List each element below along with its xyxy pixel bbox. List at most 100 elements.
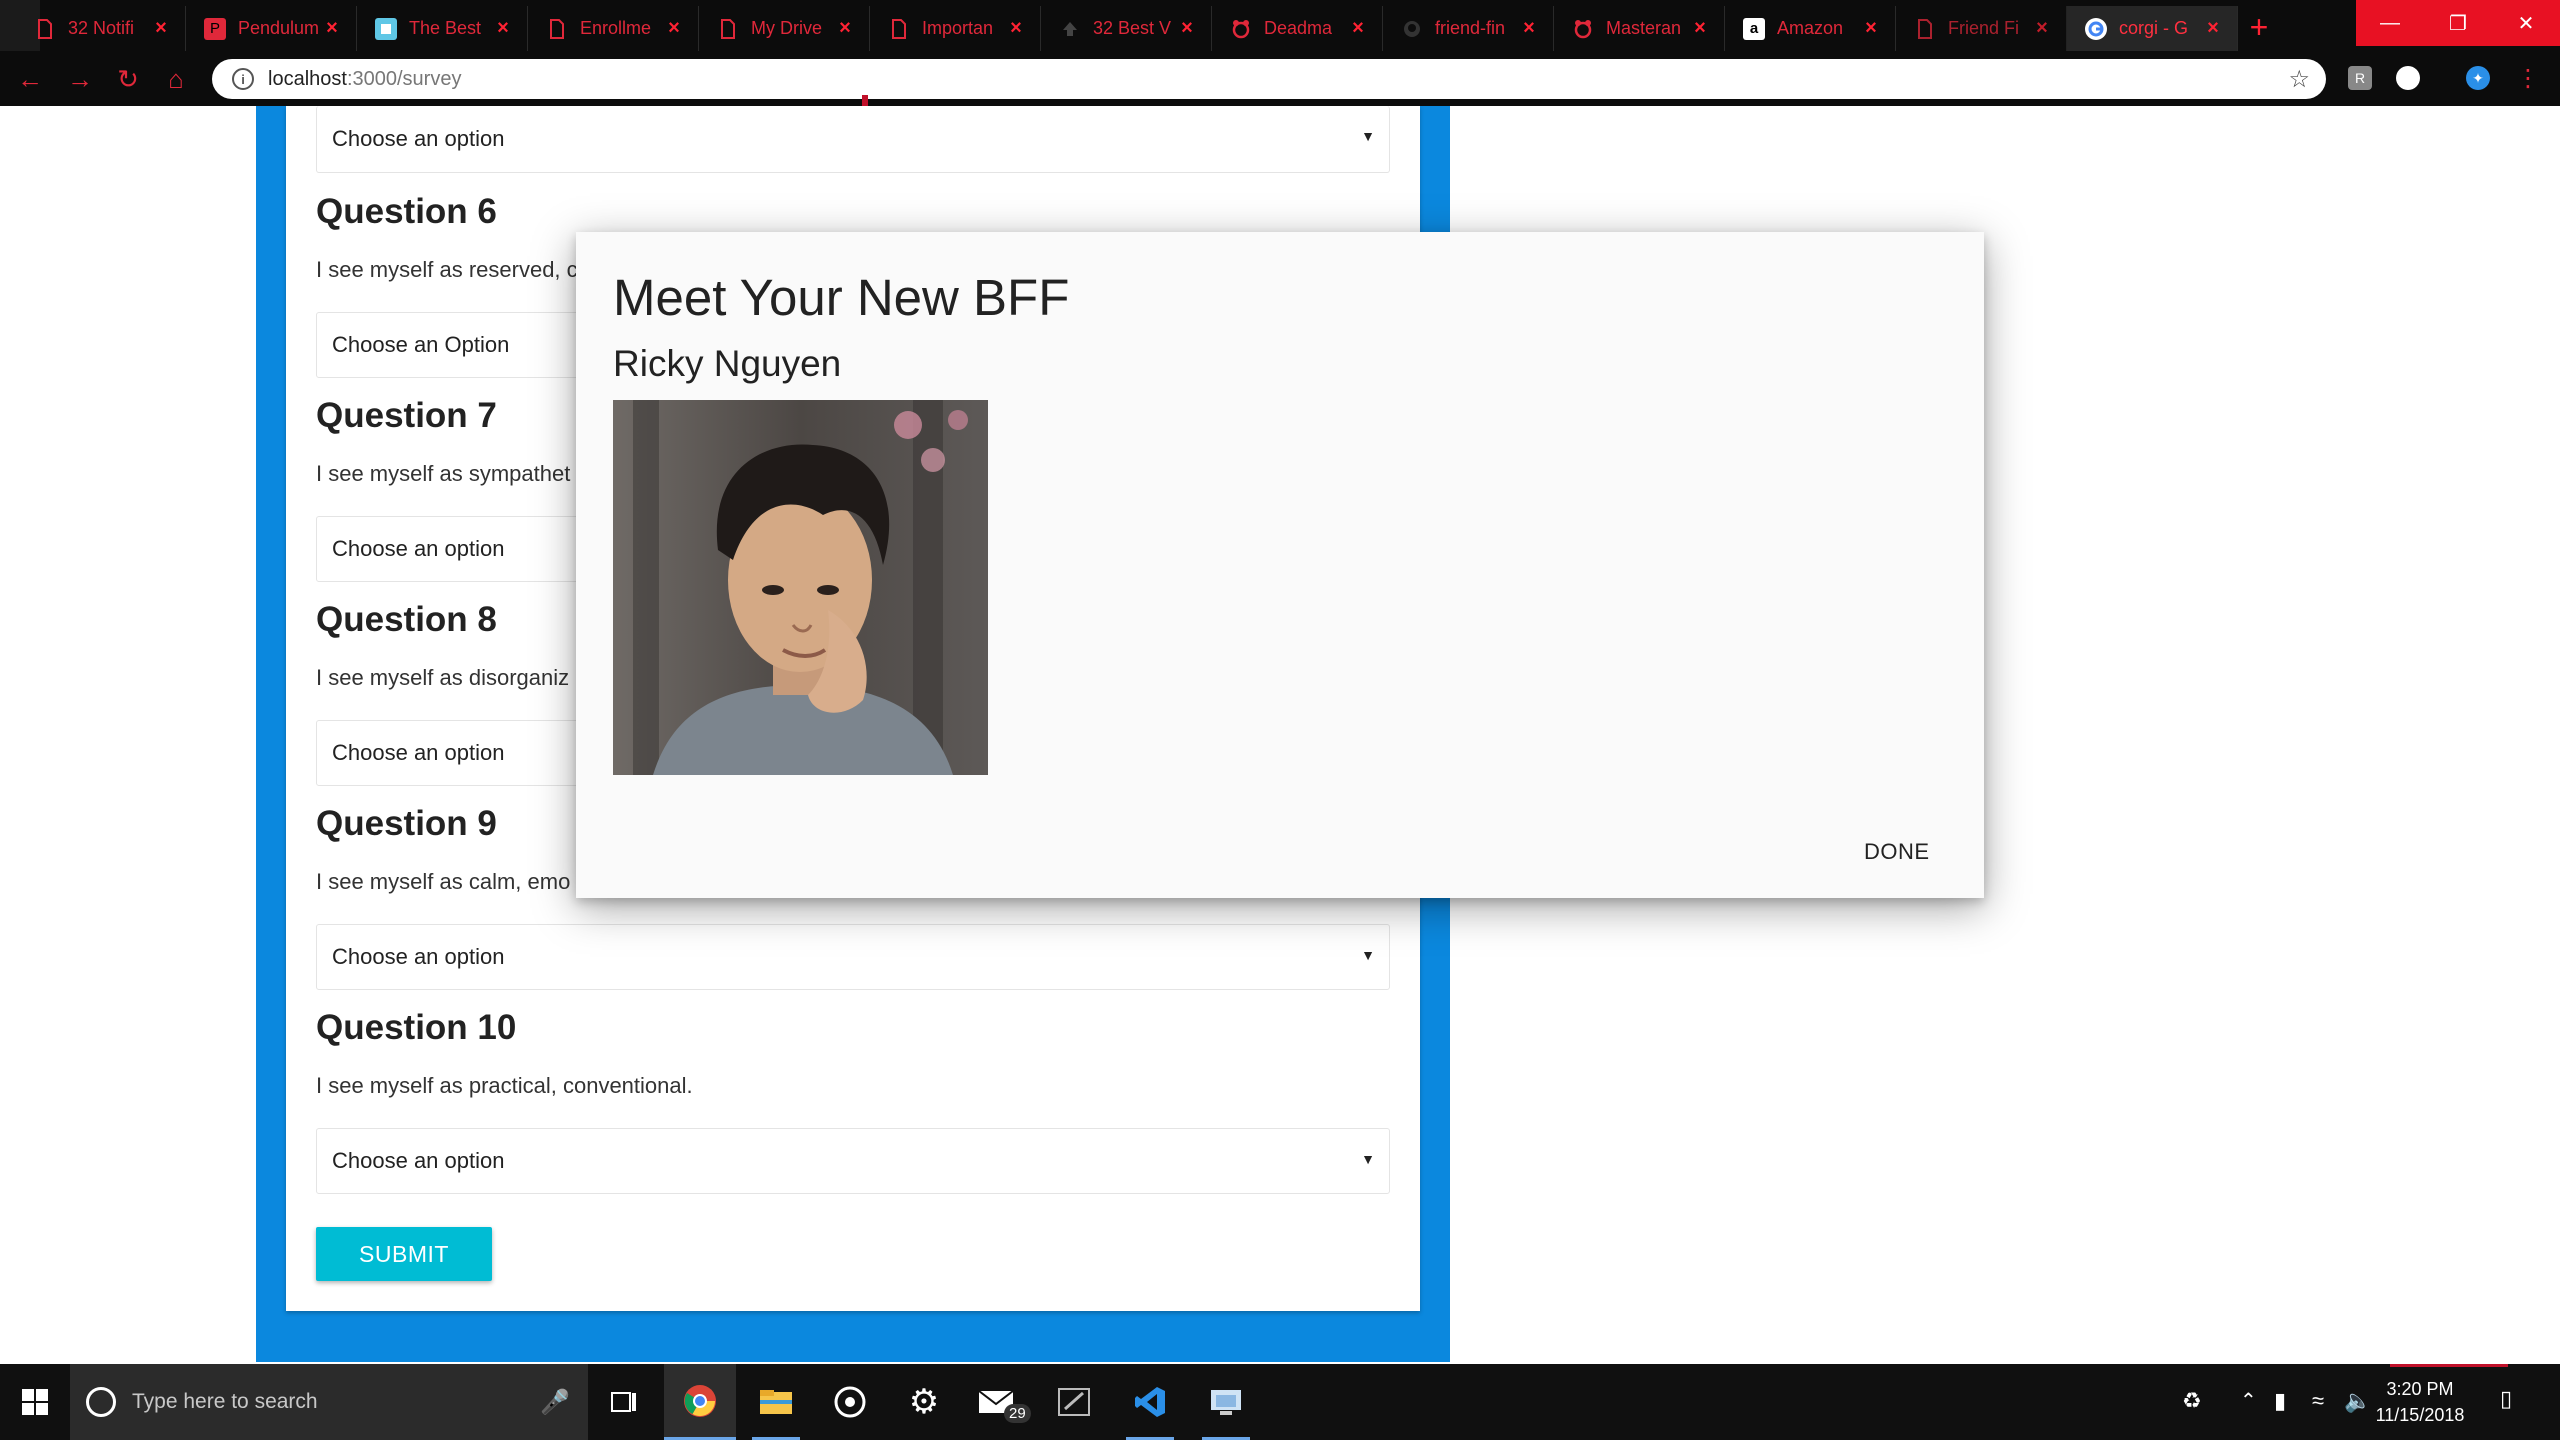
minimize-button[interactable]: — xyxy=(2356,0,2424,46)
info-icon[interactable]: i xyxy=(232,68,254,90)
new-tab-button[interactable]: + xyxy=(2240,8,2278,46)
tab-label: The Best xyxy=(409,18,482,38)
document-icon xyxy=(1914,18,1936,40)
close-icon[interactable]: × xyxy=(1348,17,1368,40)
restore-button[interactable]: ❐ xyxy=(2424,0,2492,46)
close-icon[interactable]: × xyxy=(835,17,855,40)
close-window-button[interactable]: ✕ xyxy=(2492,0,2560,46)
tab-amazon[interactable]: a Amazon × xyxy=(1725,6,1896,51)
extension-icon[interactable]: R xyxy=(2348,66,2372,90)
close-icon[interactable]: × xyxy=(1690,17,1710,40)
close-icon[interactable]: × xyxy=(493,17,513,40)
tab-label: corgi - G xyxy=(2119,18,2189,38)
select-value: Choose an option xyxy=(332,944,505,969)
volume-muted-icon[interactable]: 🔈 xyxy=(2344,1388,2371,1414)
question-9-title: Question 9 xyxy=(316,804,497,843)
close-icon[interactable]: × xyxy=(322,17,342,40)
task-view-icon[interactable] xyxy=(588,1364,660,1440)
windows-start-button[interactable] xyxy=(0,1364,70,1440)
bookmark-star-icon[interactable]: ☆ xyxy=(2288,65,2310,94)
search-placeholder: Type here to search xyxy=(132,1390,318,1413)
question-10-select[interactable]: Choose an option ▼ xyxy=(316,1128,1390,1194)
modal-title: Meet Your New BFF xyxy=(613,269,1070,326)
select-value: Choose an option xyxy=(332,536,505,561)
select-value: Choose an Option xyxy=(332,332,510,357)
upload-icon xyxy=(1059,18,1081,40)
taskbar-search[interactable]: Type here to search 🎤 xyxy=(70,1364,588,1440)
tab-the-best[interactable]: The Best × xyxy=(357,6,528,51)
deadmau5-icon xyxy=(1572,18,1594,40)
snipping-tool-icon[interactable] xyxy=(1038,1364,1110,1440)
tab-corgi-google[interactable]: corgi - G × xyxy=(2067,6,2238,51)
dropdown-caret-icon: ▼ xyxy=(1361,1151,1375,1167)
page-viewport: Choose an option ▼ Question 6 I see myse… xyxy=(0,106,2560,1364)
tab-32-notifications[interactable]: 32 Notifi × xyxy=(16,6,186,51)
document-icon xyxy=(888,18,910,40)
question-6-text: I see myself as reserved, c xyxy=(316,257,578,282)
tab-label: Masteran xyxy=(1606,18,1682,38)
action-center-icon[interactable]: ▯ xyxy=(2500,1386,2512,1412)
tab-friend-finder[interactable]: Friend Fi × xyxy=(1896,6,2067,51)
match-modal: Meet Your New BFF Ricky Nguyen DONE xyxy=(576,232,1984,898)
tab-label: friend-fin xyxy=(1435,18,1506,38)
forward-button[interactable]: → xyxy=(64,63,96,95)
groove-music-icon[interactable] xyxy=(814,1364,886,1440)
question-8-title: Question 8 xyxy=(316,600,497,639)
tab-label: 32 Best V xyxy=(1093,18,1172,38)
tab-pendulum[interactable]: P Pendulum × xyxy=(186,6,357,51)
question-5-select[interactable]: Choose an option ▼ xyxy=(316,106,1390,173)
deadmau5-icon xyxy=(1230,18,1252,40)
page-icon xyxy=(375,17,397,40)
windows-taskbar: Type here to search 🎤 ⚙ 29 ♻ ⌃ ▮ ≈ 🔈 3:2… xyxy=(0,1364,2560,1440)
close-icon[interactable]: × xyxy=(1006,17,1026,40)
windows-logo-icon xyxy=(22,1389,48,1415)
mail-badge: 29 xyxy=(1004,1404,1031,1423)
remote-desktop-icon[interactable] xyxy=(1190,1364,1262,1440)
tab-important[interactable]: Importan × xyxy=(870,6,1041,51)
settings-gear-icon[interactable]: ⚙ xyxy=(888,1364,960,1440)
microphone-icon[interactable]: 🎤 xyxy=(540,1388,570,1417)
chrome-taskbar-icon[interactable] xyxy=(664,1364,736,1440)
tab-my-drive[interactable]: My Drive × xyxy=(699,6,870,51)
tab-label: Importan xyxy=(922,18,994,38)
chevron-up-icon[interactable]: ⌃ xyxy=(2240,1388,2257,1413)
tab-friend-finder-github[interactable]: friend-fin × xyxy=(1383,6,1554,51)
done-button[interactable]: DONE xyxy=(1864,839,1930,865)
close-icon[interactable]: × xyxy=(2032,17,2052,40)
file-explorer-icon[interactable] xyxy=(740,1364,812,1440)
document-icon xyxy=(717,18,739,40)
amazon-icon: a xyxy=(1743,17,1765,40)
menu-kebab-icon[interactable]: ⋮ xyxy=(2516,65,2540,92)
vscode-icon[interactable] xyxy=(1114,1364,1186,1440)
wifi-icon[interactable]: ≈ xyxy=(2312,1388,2324,1414)
back-button[interactable]: ← xyxy=(14,63,46,95)
friend-photo xyxy=(613,400,988,775)
question-8-text: I see myself as disorganiz xyxy=(316,665,570,690)
tab-masteran[interactable]: Masteran × xyxy=(1554,6,1725,51)
tab-32-best[interactable]: 32 Best V × xyxy=(1041,6,1212,51)
close-icon[interactable]: × xyxy=(1177,17,1197,40)
close-icon[interactable]: × xyxy=(2203,17,2223,40)
home-button[interactable]: ⌂ xyxy=(160,63,192,95)
mail-icon[interactable]: 29 xyxy=(962,1364,1034,1440)
extension-circle-icon[interactable] xyxy=(2396,66,2420,90)
question-6-title: Question 6 xyxy=(316,192,497,231)
battery-icon[interactable]: ▮ xyxy=(2274,1388,2286,1414)
dropdown-caret-icon: ▼ xyxy=(1361,947,1375,963)
select-value: Choose an option xyxy=(332,126,505,151)
tab-enrollment[interactable]: Enrollme × xyxy=(528,6,699,51)
tab-deadmau5[interactable]: Deadma × xyxy=(1212,6,1383,51)
friend-name: Ricky Nguyen xyxy=(613,343,842,384)
system-clock[interactable]: 3:20 PM 11/15/2018 xyxy=(2370,1376,2470,1428)
close-icon[interactable]: × xyxy=(664,17,684,40)
people-icon[interactable]: ♻ xyxy=(2182,1388,2202,1414)
close-icon[interactable]: × xyxy=(151,17,171,40)
question-7-text: I see myself as sympathet xyxy=(316,461,571,486)
reload-button[interactable]: ↻ xyxy=(112,63,144,95)
question-9-select[interactable]: Choose an option ▼ xyxy=(316,924,1390,990)
address-bar[interactable]: i localhost:3000/survey ☆ xyxy=(212,59,2326,99)
close-icon[interactable]: × xyxy=(1861,17,1881,40)
close-icon[interactable]: × xyxy=(1519,17,1539,40)
profile-avatar-icon[interactable]: ✦ xyxy=(2466,66,2490,90)
submit-button[interactable]: SUBMIT xyxy=(316,1227,492,1281)
